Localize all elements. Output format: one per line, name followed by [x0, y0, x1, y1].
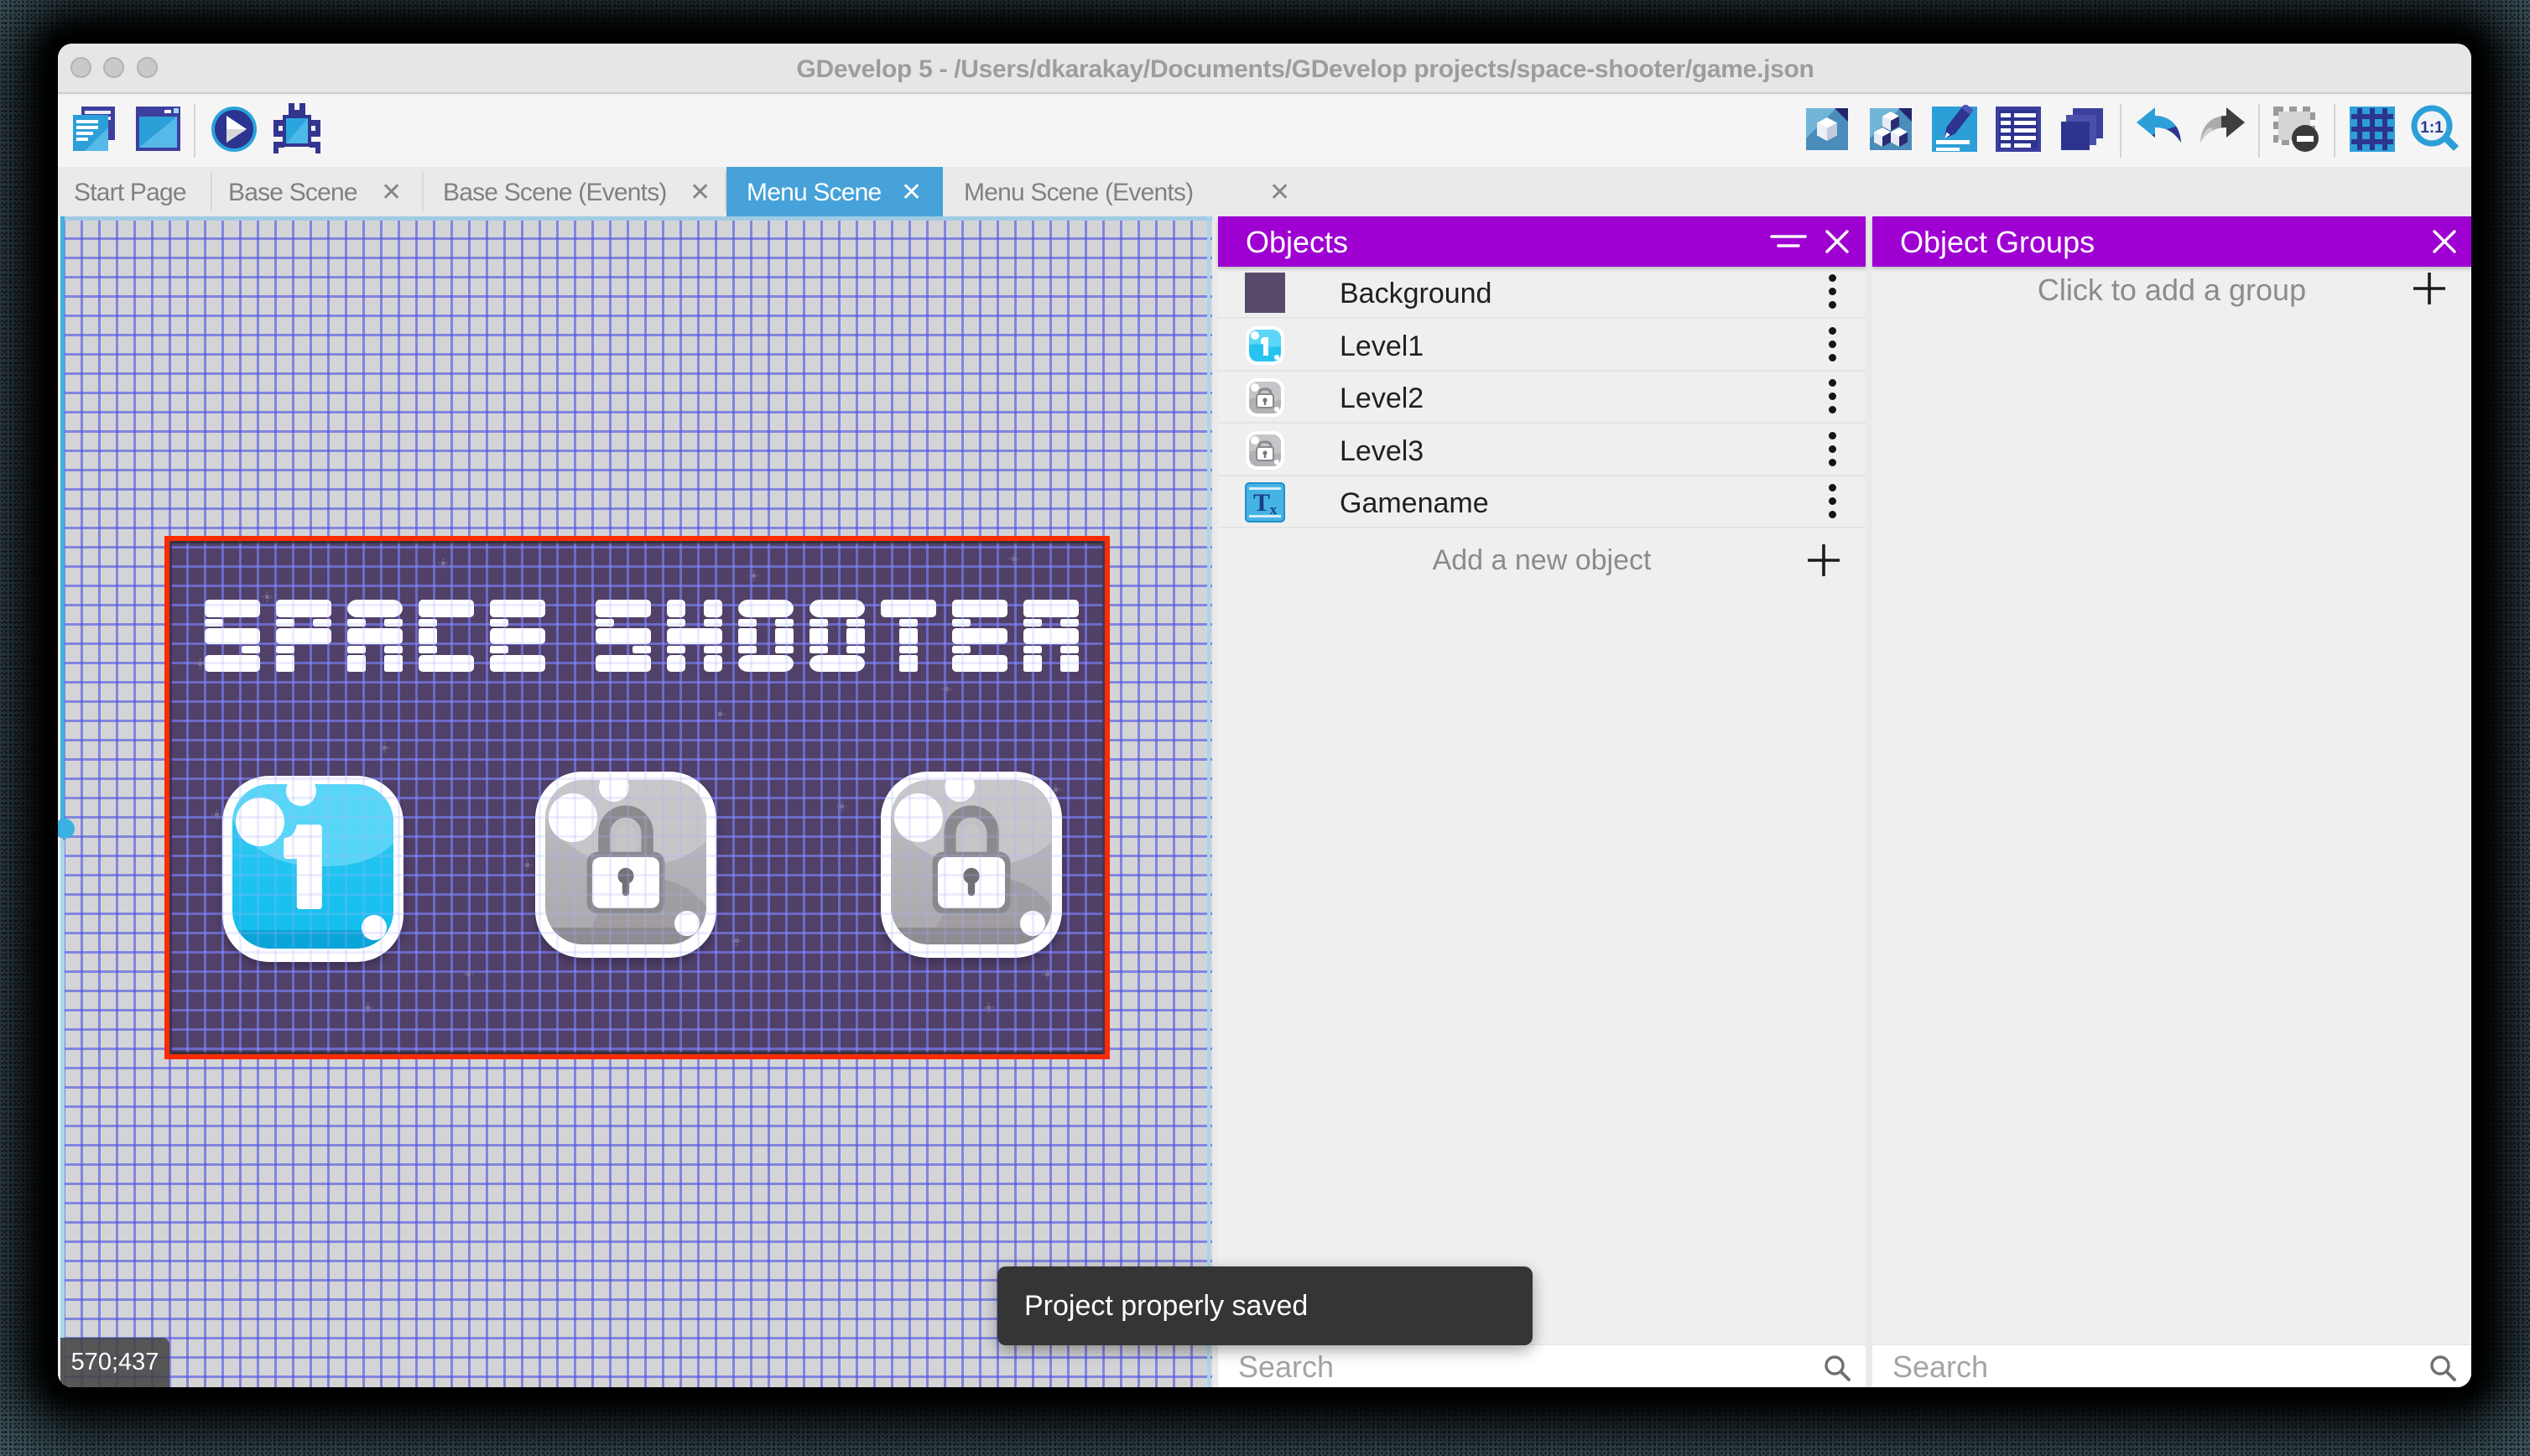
svg-text:x: x — [1270, 502, 1278, 517]
svg-text:1:1: 1:1 — [2420, 119, 2444, 137]
svg-text:T: T — [1253, 489, 1270, 517]
